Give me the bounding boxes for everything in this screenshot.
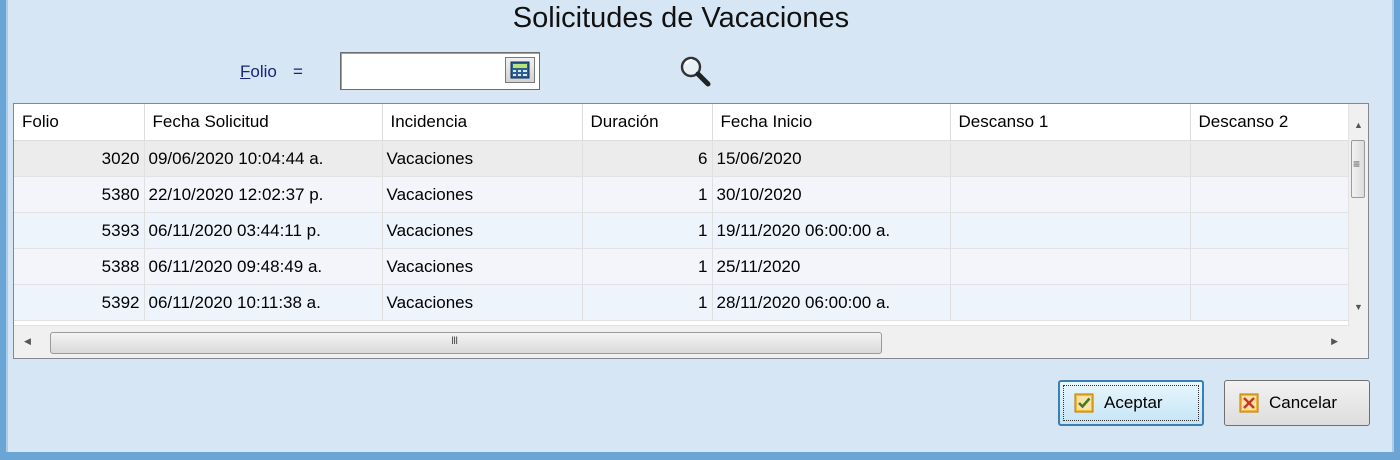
- table-row[interactable]: 3020 09/06/2020 10:04:44 a. Vacaciones 6…: [14, 140, 1350, 177]
- table-row[interactable]: 5393 06/11/2020 03:44:11 p. Vacaciones 1…: [14, 212, 1350, 249]
- cell-descanso-2[interactable]: [1190, 248, 1350, 285]
- window-frame-right: [1392, 0, 1400, 460]
- checkbox-check-icon: [1074, 393, 1094, 413]
- scroll-up-arrow-icon[interactable]: ▲: [1354, 120, 1363, 130]
- cell-descanso-2[interactable]: [1190, 140, 1350, 177]
- search-button[interactable]: [676, 53, 714, 89]
- requests-grid: Folio Fecha Solicitud Incidencia Duració…: [13, 103, 1369, 359]
- folio-input[interactable]: [344, 56, 498, 86]
- cell-fecha-solicitud[interactable]: 22/10/2020 12:02:37 p.: [144, 176, 383, 213]
- vertical-scroll-thumb[interactable]: [1351, 140, 1365, 198]
- cell-fecha-inicio[interactable]: 25/11/2020: [712, 248, 951, 285]
- accept-button-label: Aceptar: [1104, 393, 1163, 412]
- cell-descanso-2[interactable]: [1190, 212, 1350, 249]
- folio-label-accel: F: [240, 62, 251, 81]
- cell-duracion[interactable]: 1: [582, 176, 713, 213]
- cell-folio[interactable]: 3020: [14, 140, 145, 177]
- scroll-right-arrow-icon[interactable]: ▶: [1331, 336, 1338, 347]
- cell-descanso-1[interactable]: [950, 284, 1191, 321]
- folio-operator: =: [293, 62, 303, 81]
- cell-descanso-2[interactable]: [1190, 176, 1350, 213]
- folio-field: [340, 52, 540, 90]
- folio-label: Folio: [240, 62, 277, 82]
- cell-incidencia[interactable]: Vacaciones: [382, 140, 583, 177]
- column-header-folio[interactable]: Folio: [14, 104, 145, 141]
- requests-table: Folio Fecha Solicitud Incidencia Duració…: [14, 104, 1350, 321]
- table-row[interactable]: 5380 22/10/2020 12:02:37 p. Vacaciones 1…: [14, 176, 1350, 213]
- cell-folio[interactable]: 5392: [14, 284, 145, 321]
- horizontal-scroll-thumb[interactable]: [50, 332, 882, 354]
- cell-fecha-solicitud[interactable]: 06/11/2020 09:48:49 a.: [144, 248, 383, 285]
- calculator-icon: [510, 61, 530, 79]
- column-header-fecha-inicio[interactable]: Fecha Inicio: [712, 104, 951, 141]
- accept-button[interactable]: Aceptar: [1058, 380, 1204, 426]
- folio-label-text: olio: [250, 62, 277, 81]
- column-header-descanso-1[interactable]: Descanso 1: [950, 104, 1191, 141]
- table-row[interactable]: 5388 06/11/2020 09:48:49 a. Vacaciones 1…: [14, 248, 1350, 285]
- column-header-duracion[interactable]: Duración: [582, 104, 713, 141]
- window-frame-bottom: [0, 452, 1400, 460]
- cell-descanso-1[interactable]: [950, 176, 1191, 213]
- cell-duracion[interactable]: 1: [582, 212, 713, 249]
- cell-fecha-solicitud[interactable]: 09/06/2020 10:04:44 a.: [144, 140, 383, 177]
- cell-descanso-1[interactable]: [950, 140, 1191, 177]
- cell-descanso-2[interactable]: [1190, 284, 1350, 321]
- cell-fecha-inicio[interactable]: 19/11/2020 06:00:00 a.: [712, 212, 951, 249]
- cell-fecha-solicitud[interactable]: 06/11/2020 10:11:38 a.: [144, 284, 383, 321]
- scrollbar-corner: [1349, 326, 1368, 358]
- cell-fecha-inicio[interactable]: 30/10/2020: [712, 176, 951, 213]
- cell-incidencia[interactable]: Vacaciones: [382, 248, 583, 285]
- column-header-descanso-2[interactable]: Descanso 2: [1190, 104, 1350, 141]
- cell-fecha-solicitud[interactable]: 06/11/2020 03:44:11 p.: [144, 212, 383, 249]
- cell-folio[interactable]: 5388: [14, 248, 145, 285]
- page-title: Solicitudes de Vacaciones: [512, 2, 850, 34]
- calculator-button[interactable]: [505, 57, 535, 83]
- cell-fecha-inicio[interactable]: 15/06/2020: [712, 140, 951, 177]
- horizontal-scrollbar[interactable]: ◀ ▶: [14, 325, 1350, 358]
- cancel-button[interactable]: Cancelar: [1224, 380, 1370, 426]
- cell-incidencia[interactable]: Vacaciones: [382, 176, 583, 213]
- vertical-scrollbar[interactable]: ▲ ▼: [1348, 104, 1368, 327]
- cell-duracion[interactable]: 1: [582, 248, 713, 285]
- cancel-button-label: Cancelar: [1269, 393, 1338, 412]
- scroll-left-arrow-icon[interactable]: ◀: [24, 336, 31, 347]
- window-frame-left: [0, 0, 8, 460]
- cell-incidencia[interactable]: Vacaciones: [382, 284, 583, 321]
- cell-folio[interactable]: 5393: [14, 212, 145, 249]
- grid-viewport: Folio Fecha Solicitud Incidencia Duració…: [14, 104, 1350, 327]
- cell-fecha-inicio[interactable]: 28/11/2020 06:00:00 a.: [712, 284, 951, 321]
- cell-descanso-1[interactable]: [950, 212, 1191, 249]
- table-row[interactable]: 5392 06/11/2020 10:11:38 a. Vacaciones 1…: [14, 284, 1350, 321]
- cell-duracion[interactable]: 6: [582, 140, 713, 177]
- cell-descanso-1[interactable]: [950, 248, 1191, 285]
- column-header-fecha-solicitud[interactable]: Fecha Solicitud: [144, 104, 383, 141]
- checkbox-x-icon: [1239, 393, 1259, 413]
- column-header-incidencia[interactable]: Incidencia: [382, 104, 583, 141]
- cell-incidencia[interactable]: Vacaciones: [382, 212, 583, 249]
- cell-duracion[interactable]: 1: [582, 284, 713, 321]
- scroll-down-arrow-icon[interactable]: ▼: [1354, 302, 1363, 312]
- header-row: Folio Fecha Solicitud Incidencia Duració…: [14, 104, 1350, 141]
- cell-folio[interactable]: 5380: [14, 176, 145, 213]
- magnifier-icon: [680, 56, 711, 87]
